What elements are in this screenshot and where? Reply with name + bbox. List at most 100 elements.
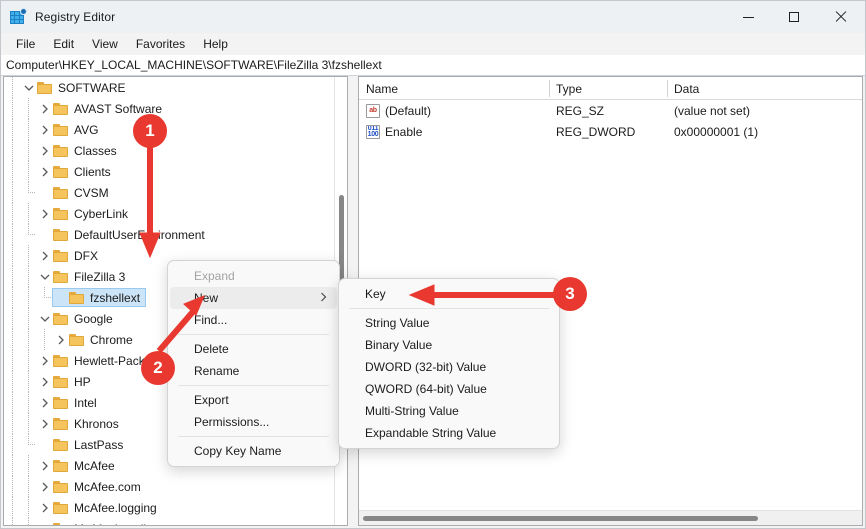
tree-item-hit[interactable]: HP bbox=[36, 372, 97, 391]
tree-item-label: LastPass bbox=[74, 437, 124, 452]
tree-item-hit[interactable]: Classes bbox=[36, 141, 123, 160]
values-scrollbar-thumb[interactable] bbox=[363, 516, 758, 521]
tree-item-hit[interactable]: Intel bbox=[36, 393, 103, 412]
maximize-button[interactable] bbox=[771, 1, 817, 33]
tree-item-hit[interactable]: FileZilla 3 bbox=[36, 267, 131, 286]
tree-item-mcafeeinstaller[interactable]: McAfeeInstaller bbox=[4, 518, 335, 526]
tree-indent-guide bbox=[4, 350, 20, 371]
tree-item-label: Chrome bbox=[90, 332, 133, 347]
chevron-right-icon[interactable] bbox=[37, 143, 53, 159]
tree-item-defaultuserenvironment[interactable]: DefaultUserEnvironment bbox=[4, 224, 335, 245]
tree-item-hit[interactable]: Chrome bbox=[52, 330, 139, 349]
chevron-down-icon[interactable] bbox=[37, 311, 53, 327]
menu-file[interactable]: File bbox=[7, 35, 44, 53]
menu-favorites[interactable]: Favorites bbox=[127, 35, 194, 53]
tree-item-hit[interactable]: SOFTWARE bbox=[20, 78, 132, 97]
address-bar[interactable]: Computer\HKEY_LOCAL_MACHINE\SOFTWARE\Fil… bbox=[1, 55, 865, 76]
folder-icon bbox=[53, 375, 69, 389]
value-row[interactable]: ab (Default) REG_SZ (value not set) bbox=[359, 100, 862, 121]
column-divider[interactable] bbox=[549, 80, 550, 97]
tree-indent-guide bbox=[4, 161, 20, 182]
minimize-button[interactable] bbox=[725, 1, 771, 33]
tree-item-hit[interactable]: Clients bbox=[36, 162, 117, 181]
tree-item-cyberlink[interactable]: CyberLink bbox=[4, 203, 335, 224]
tree-indent-guide bbox=[4, 497, 20, 518]
values-horizontal-scrollbar[interactable] bbox=[359, 510, 862, 525]
tree-item-hit[interactable]: LastPass bbox=[36, 435, 129, 454]
context-menu-item-permissions[interactable]: Permissions... bbox=[170, 411, 337, 433]
tree-item-hit[interactable]: Khronos bbox=[36, 414, 125, 433]
chevron-down-icon[interactable] bbox=[37, 269, 53, 285]
tree-item-hit[interactable]: Google bbox=[36, 309, 119, 328]
tree-indent-guide bbox=[20, 434, 36, 455]
chevron-right-icon[interactable] bbox=[37, 458, 53, 474]
column-header-name[interactable]: Name bbox=[359, 77, 398, 100]
chevron-right-icon[interactable] bbox=[37, 122, 53, 138]
column-header-type[interactable]: Type bbox=[549, 77, 582, 100]
chevron-right-icon[interactable] bbox=[37, 416, 53, 432]
new-submenu-item-qword-64-bit-value[interactable]: QWORD (64-bit) Value bbox=[341, 378, 557, 400]
menu-help[interactable]: Help bbox=[194, 35, 237, 53]
tree-item-hit[interactable]: McAfee bbox=[36, 456, 121, 475]
tree-item-avg[interactable]: AVG bbox=[4, 119, 335, 140]
menu-item-label: Rename bbox=[194, 364, 240, 378]
tree-indent-guide bbox=[4, 266, 20, 287]
new-submenu-item-multi-string-value[interactable]: Multi-String Value bbox=[341, 400, 557, 422]
chevron-down-icon[interactable] bbox=[21, 80, 37, 96]
chevron-right-icon[interactable] bbox=[53, 332, 69, 348]
chevron-right-icon[interactable] bbox=[37, 206, 53, 222]
context-menu-item-export[interactable]: Export bbox=[170, 389, 337, 411]
tree-item-mcafee-com[interactable]: McAfee.com bbox=[4, 476, 335, 497]
tree-item-hit[interactable]: CVSM bbox=[36, 183, 115, 202]
column-header-data[interactable]: Data bbox=[667, 77, 699, 100]
tree-indent-guide bbox=[20, 455, 36, 476]
new-submenu-item-key[interactable]: Key bbox=[341, 283, 557, 305]
menu-edit[interactable]: Edit bbox=[44, 35, 83, 53]
close-button[interactable] bbox=[817, 1, 865, 33]
tree-item-hit[interactable]: AVG bbox=[36, 120, 104, 139]
values-column-header: Name Type Data bbox=[359, 77, 862, 100]
tree-item-avast-software[interactable]: AVAST Software bbox=[4, 98, 335, 119]
chevron-right-icon[interactable] bbox=[37, 353, 53, 369]
new-submenu-item-expandable-string-value[interactable]: Expandable String Value bbox=[341, 422, 557, 444]
tree-item-classes[interactable]: Classes bbox=[4, 140, 335, 161]
tree-item-hit[interactable]: McAfee.com bbox=[36, 477, 147, 496]
tree-indent-guide bbox=[4, 203, 20, 224]
tree-item-label: SOFTWARE bbox=[58, 80, 126, 95]
context-menu-item-copy-key-name[interactable]: Copy Key Name bbox=[170, 440, 337, 462]
menu-separator bbox=[178, 436, 329, 437]
tree-item-hit[interactable]: McAfee.logging bbox=[36, 498, 163, 517]
tree-item-hit[interactable]: fzshellext bbox=[52, 288, 147, 307]
context-menu-item-delete[interactable]: Delete bbox=[170, 338, 337, 360]
context-menu-item-find[interactable]: Find... bbox=[170, 309, 337, 331]
new-submenu-item-dword-32-bit-value[interactable]: DWORD (32-bit) Value bbox=[341, 356, 557, 378]
value-type: REG_DWORD bbox=[556, 124, 636, 139]
tree-item-hit[interactable]: McAfeeInstaller bbox=[36, 519, 163, 526]
tree-indent-guide bbox=[4, 182, 20, 203]
menu-item-label: Expandable String Value bbox=[365, 426, 497, 440]
chevron-right-icon[interactable] bbox=[37, 164, 53, 180]
tree-item-hit[interactable]: CyberLink bbox=[36, 204, 134, 223]
tree-indent-guide bbox=[20, 329, 36, 350]
chevron-right-icon[interactable] bbox=[37, 248, 53, 264]
tree-item-hit[interactable]: DefaultUserEnvironment bbox=[36, 225, 211, 244]
tree-item-clients[interactable]: Clients bbox=[4, 161, 335, 182]
tree-item-software[interactable]: SOFTWARE bbox=[4, 77, 335, 98]
chevron-right-icon[interactable] bbox=[37, 101, 53, 117]
context-menu-item-rename[interactable]: Rename bbox=[170, 360, 337, 382]
tree-item-mcafee-logging[interactable]: McAfee.logging bbox=[4, 497, 335, 518]
chevron-right-icon[interactable] bbox=[37, 374, 53, 390]
tree-item-cvsm[interactable]: CVSM bbox=[4, 182, 335, 203]
value-type: REG_SZ bbox=[556, 103, 605, 118]
chevron-right-icon[interactable] bbox=[37, 479, 53, 495]
tree-item-hit[interactable]: DFX bbox=[36, 246, 104, 265]
new-submenu-item-binary-value[interactable]: Binary Value bbox=[341, 334, 557, 356]
value-row[interactable]: 011 100 Enable REG_DWORD 0x00000001 (1) bbox=[359, 121, 862, 142]
context-menu-item-new[interactable]: New bbox=[170, 287, 337, 309]
new-submenu-item-string-value[interactable]: String Value bbox=[341, 312, 557, 334]
menu-view[interactable]: View bbox=[83, 35, 127, 53]
chevron-right-icon[interactable] bbox=[37, 500, 53, 516]
column-divider[interactable] bbox=[667, 80, 668, 97]
chevron-right-icon[interactable] bbox=[37, 395, 53, 411]
